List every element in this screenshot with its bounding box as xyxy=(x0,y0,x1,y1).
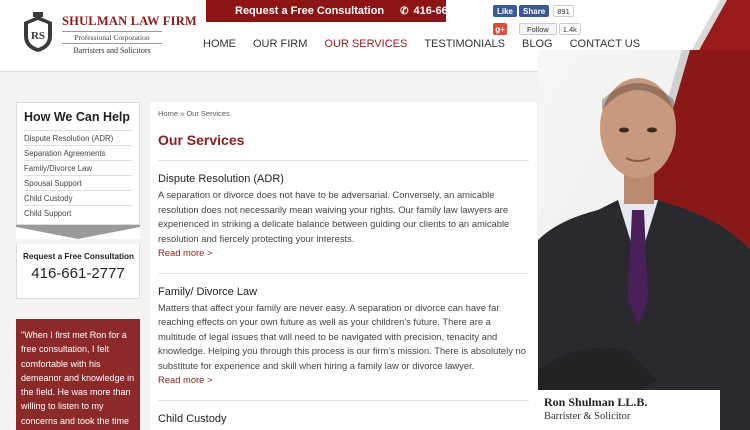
service-description: Matters that affect your family are neve… xyxy=(158,301,526,371)
google-follow-button[interactable]: Follow xyxy=(519,23,557,35)
attorney-name: Ron Shulman LL.B. xyxy=(544,395,648,409)
sidebar-item-spousal-support[interactable]: Spousal Support xyxy=(24,175,132,190)
logo-name: SHULMAN LAW FIRM xyxy=(62,14,197,28)
attorney-portrait xyxy=(538,50,750,430)
social-widgets: Like Share 891 g+ Follow 1.4k xyxy=(493,4,583,40)
sidebar-consultation-phone[interactable]: 416-661-2777 xyxy=(23,265,133,282)
sidebar-item-dispute-resolution[interactable]: Dispute Resolution (ADR) xyxy=(24,130,132,145)
sidebar-item-family-divorce-law[interactable]: Family/Divorce Law xyxy=(24,160,132,175)
sidebar-item-child-custody[interactable]: Child Custody xyxy=(24,190,132,205)
nav-testimonials[interactable]: TESTIMONIALS xyxy=(424,38,505,50)
consultation-phone[interactable]: 416-661-2777 xyxy=(414,5,483,17)
nav-contact-us[interactable]: CONTACT US xyxy=(570,38,641,50)
consultation-bar[interactable]: Request a Free Consultation ✆ 416-661-27… xyxy=(206,0,482,22)
google-follow-count: 1.4k xyxy=(558,23,581,35)
service-item: Family/ Divorce Law Matters that affect … xyxy=(158,274,529,401)
attorney-role: Barrister & Solicitor xyxy=(544,411,631,422)
logo[interactable]: SHULMAN LAW FIRM Professional Corporatio… xyxy=(62,14,197,55)
service-title[interactable]: Dispute Resolution (ADR) xyxy=(158,173,529,185)
nav-our-services[interactable]: OUR SERVICES xyxy=(324,38,407,50)
main-content: Home » Our Services Our Services Dispute… xyxy=(150,102,537,430)
facebook-count: 891 xyxy=(553,5,574,17)
breadcrumb[interactable]: Home » Our Services xyxy=(158,109,529,118)
help-box: How We Can Help Dispute Resolution (ADR)… xyxy=(16,102,140,225)
testimonial-quote: "When I first met Ron for a free consult… xyxy=(16,319,140,430)
service-title[interactable]: Child Custody xyxy=(158,413,529,425)
read-more-link[interactable]: Read more > xyxy=(158,246,529,261)
service-description: A separation or divorce does not have to… xyxy=(158,189,510,244)
service-item: Dispute Resolution (ADR) A separation or… xyxy=(158,161,529,274)
chevron-divider-icon xyxy=(16,225,140,239)
logo-tagline: Barristers and Solicitors xyxy=(73,46,151,55)
consultation-box: Request a Free Consultation 416-661-2777 xyxy=(16,244,140,299)
read-more-link[interactable]: Read more > xyxy=(158,373,529,388)
google-plus-icon[interactable]: g+ xyxy=(493,23,507,35)
like-label: Like xyxy=(497,6,514,16)
service-title[interactable]: Family/ Divorce Law xyxy=(158,286,529,298)
attorney-caption: Ron Shulman LL.B. Barrister & Solicitor xyxy=(536,390,720,430)
nav-our-firm[interactable]: OUR FIRM xyxy=(253,38,307,50)
phone-icon: ✆ xyxy=(400,5,409,17)
sidebar: How We Can Help Dispute Resolution (ADR)… xyxy=(16,102,140,430)
sidebar-item-separation-agreements[interactable]: Separation Agreements xyxy=(24,145,132,160)
nav-home[interactable]: HOME xyxy=(203,38,236,50)
service-item: Child Custody xyxy=(158,401,529,430)
main-nav: HOME OUR FIRM OUR SERVICES TESTIMONIALS … xyxy=(203,38,640,50)
help-title: How We Can Help xyxy=(24,110,131,124)
logo-corporation: Professional Corporation xyxy=(62,31,162,44)
facebook-share-button[interactable]: Share xyxy=(519,5,550,17)
page-title: Our Services xyxy=(158,132,529,161)
sidebar-consultation-label: Request a Free Consultation xyxy=(23,252,135,261)
svg-text:RS: RS xyxy=(31,30,45,42)
nav-blog[interactable]: BLOG xyxy=(522,38,553,50)
consultation-label[interactable]: Request a Free Consultation xyxy=(235,5,384,17)
facebook-like-button[interactable]: Like xyxy=(493,5,518,17)
sidebar-item-child-support[interactable]: Child Support xyxy=(24,205,132,220)
law-firm-crest-icon[interactable]: RS xyxy=(20,12,56,54)
share-label: Share xyxy=(523,6,546,16)
